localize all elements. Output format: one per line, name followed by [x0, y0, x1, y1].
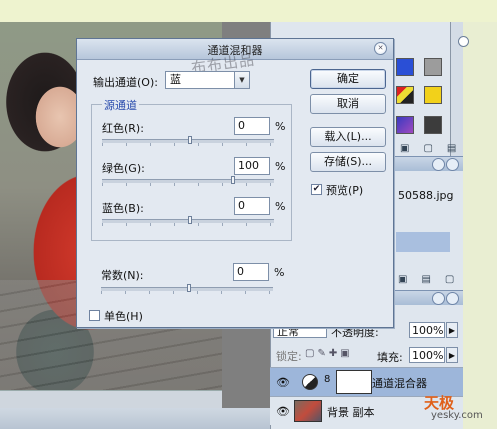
panel-menu-icon[interactable] [432, 158, 445, 171]
red-input[interactable]: 0 [234, 117, 270, 135]
output-channel-label: 输出通道(O): [93, 76, 158, 89]
brand-url: yesky.com [431, 410, 483, 421]
panel-menu-icon[interactable] [432, 292, 445, 305]
swatch-blue[interactable] [396, 58, 414, 76]
monochrome-checkbox[interactable] [89, 310, 100, 321]
constant-label: 常数(N): [101, 269, 144, 282]
link-icon[interactable]: 8 [324, 374, 330, 385]
blue-label: 蓝色(B): [102, 202, 144, 215]
percent-label: % [275, 120, 286, 133]
history-selected-state[interactable] [396, 232, 450, 252]
ok-button[interactable]: 确定 [310, 69, 386, 89]
panel-collapse-icon[interactable] [446, 292, 459, 305]
fill-label: 填充: [377, 351, 403, 364]
adjustment-layer-icon [302, 374, 318, 390]
blue-input[interactable]: 0 [234, 197, 270, 215]
history-snapshot-name: 50588.jpg [398, 189, 454, 202]
lock-buttons-icon[interactable]: ▢✎✚▣ [305, 348, 353, 359]
history-panel-buttons[interactable]: ▣▤▢ [398, 274, 468, 285]
opacity-arrow-icon[interactable]: ▶ [446, 322, 458, 338]
swatch-dark-grey[interactable] [424, 116, 442, 134]
cancel-button[interactable]: 取消 [310, 94, 386, 114]
load-button[interactable]: 载入(L)... [310, 127, 386, 147]
canvas-status-bar [0, 408, 270, 429]
source-channels-title: 源通道 [102, 97, 139, 113]
save-button[interactable]: 存储(S)... [310, 152, 386, 172]
red-label: 红色(R): [102, 122, 144, 135]
percent-label: % [274, 266, 285, 279]
source-channels-group: 源通道 红色(R): 0 % 绿色(G): 100 % 蓝色(B): 0 % [91, 97, 292, 241]
preview-label[interactable]: 预览(P) [326, 182, 363, 198]
layer-name[interactable]: 通道混合器 [372, 375, 427, 391]
chevron-down-icon[interactable]: ▼ [234, 72, 249, 88]
percent-label: % [275, 160, 286, 173]
screenshot-frame: ▣▢▤ 50588.jpg ▣▤▢ 正常 不透明度: 100% ▶ 锁定: ▢✎… [0, 0, 497, 429]
lock-label: 锁定: [276, 350, 302, 363]
output-channel-select[interactable]: 蓝 ▼ [165, 71, 250, 89]
close-icon[interactable]: ✕ [374, 42, 387, 55]
green-label: 绿色(G): [102, 162, 145, 175]
eye-icon[interactable]: 👁 [276, 405, 290, 418]
blue-slider-thumb[interactable] [188, 216, 192, 224]
preview-checkbox[interactable]: ✔ [311, 184, 322, 195]
monochrome-label[interactable]: 单色(H) [104, 308, 143, 324]
panel-close-icon[interactable] [458, 36, 469, 47]
swatches-panel-buttons[interactable]: ▣▢▤ [400, 143, 470, 154]
swatch-multicolor[interactable] [396, 86, 414, 104]
fill-input[interactable]: 100% [409, 347, 445, 363]
green-input[interactable]: 100 [234, 157, 270, 175]
swatch-purple[interactable] [396, 116, 414, 134]
fill-arrow-icon[interactable]: ▶ [446, 347, 458, 363]
page-background-right [463, 22, 497, 429]
opacity-input[interactable]: 100% [409, 322, 445, 338]
eye-icon[interactable]: 👁 [276, 376, 290, 389]
green-slider-thumb[interactable] [231, 176, 235, 184]
output-channel-value: 蓝 [170, 73, 181, 86]
green-slider-track[interactable] [102, 179, 274, 183]
panel-collapse-icon[interactable] [446, 158, 459, 171]
layer-name[interactable]: 背景 副本 [327, 404, 375, 420]
layer-thumbnail [294, 400, 322, 422]
swatch-grey[interactable] [424, 58, 442, 76]
constant-slider-thumb[interactable] [187, 284, 191, 292]
channel-mixer-dialog: 通道混和器 ✕ 布布出品 输出通道(O): 蓝 ▼ 源通道 红色(R): 0 %… [76, 38, 394, 328]
green-slider-ticks [102, 183, 274, 186]
percent-label: % [275, 200, 286, 213]
swatch-yellow[interactable] [424, 86, 442, 104]
constant-input[interactable]: 0 [233, 263, 269, 281]
red-slider-thumb[interactable] [188, 136, 192, 144]
canvas-horizontal-scrollbar[interactable] [0, 390, 222, 409]
layer-mask-thumbnail[interactable] [336, 370, 372, 394]
